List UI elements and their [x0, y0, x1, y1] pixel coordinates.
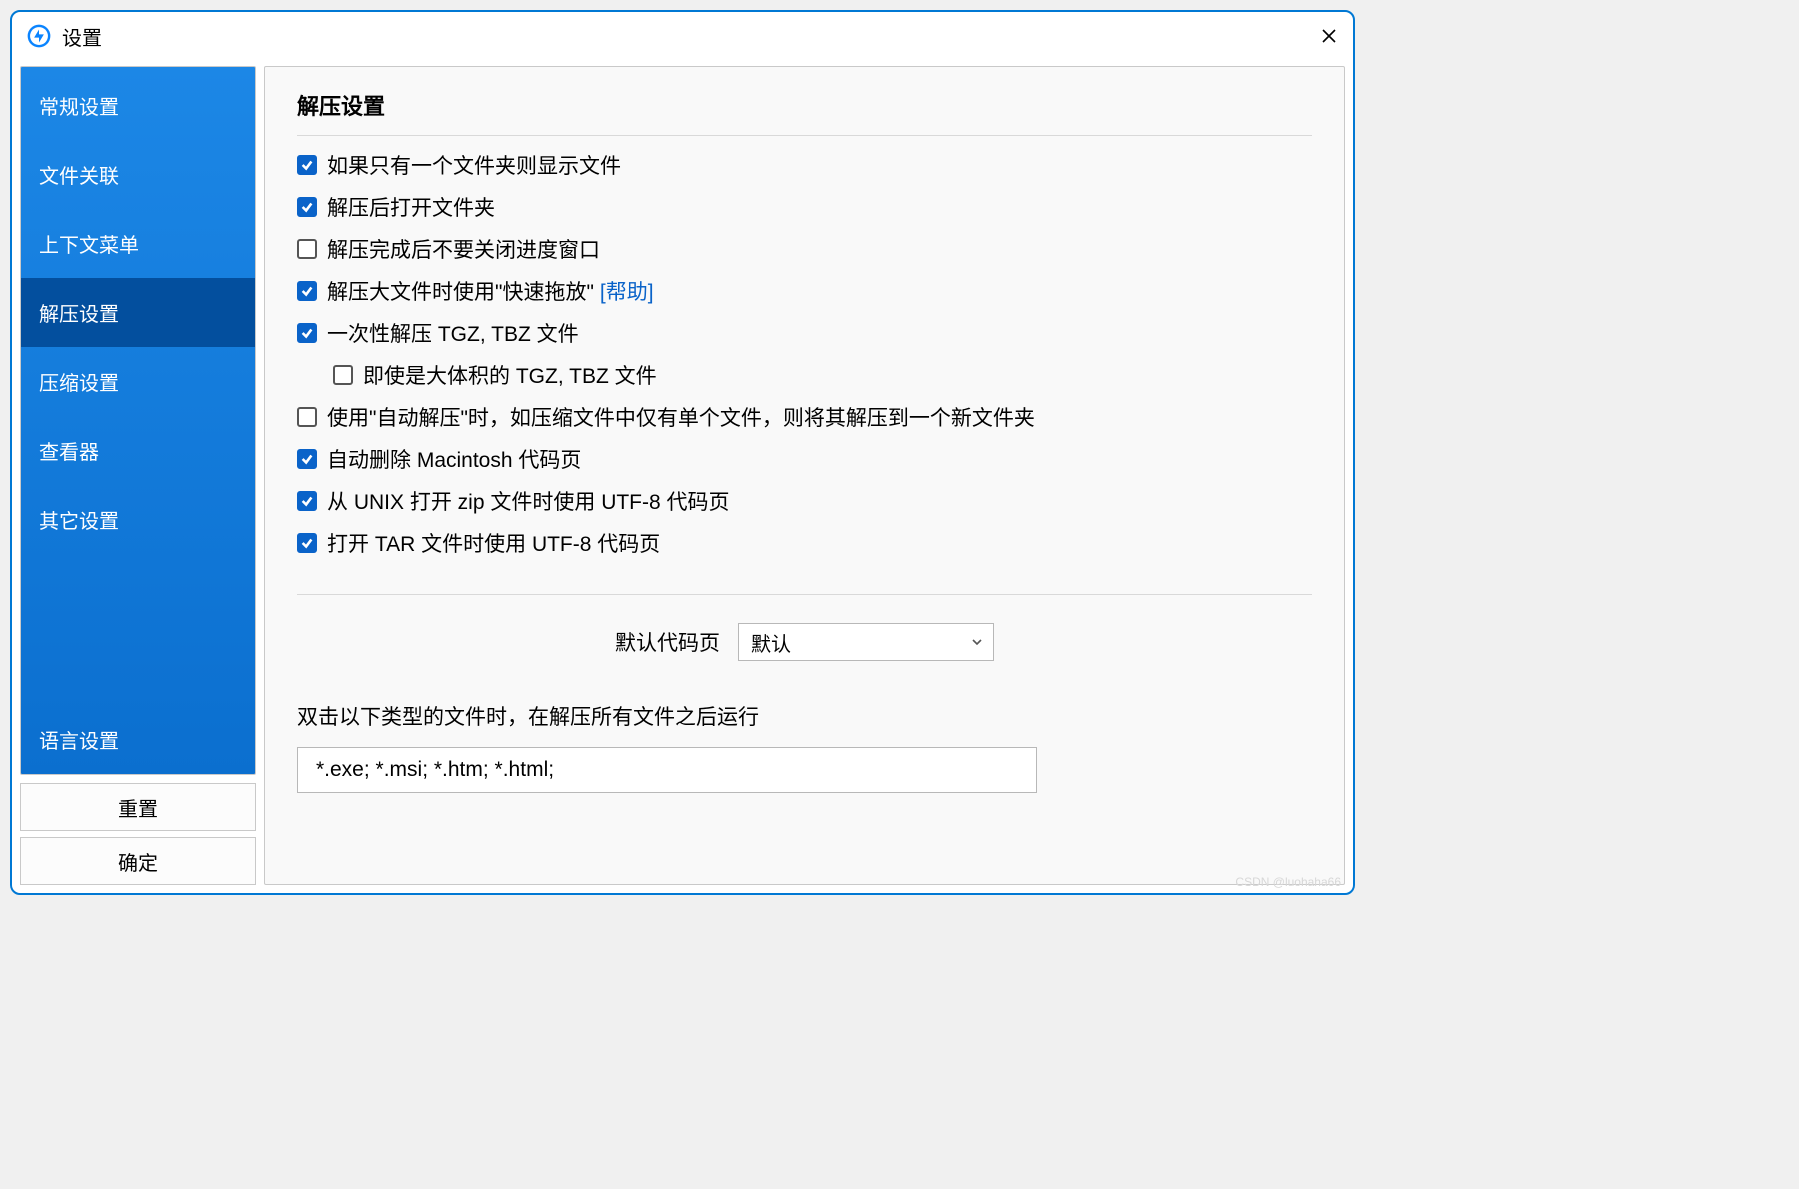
- option-label: 自动删除 Macintosh 代码页: [327, 444, 581, 474]
- sidebar-item-general[interactable]: 常规设置: [21, 71, 255, 140]
- checkbox-keep-progress[interactable]: [297, 239, 317, 259]
- checkbox-unix-utf8[interactable]: [297, 491, 317, 511]
- option-mac-codepage: 自动删除 Macintosh 代码页: [297, 444, 1312, 474]
- help-link[interactable]: [帮助]: [600, 276, 654, 306]
- option-label: 如果只有一个文件夹则显示文件: [327, 150, 621, 180]
- chevron-down-icon: [971, 636, 983, 648]
- sidebar-item-extract[interactable]: 解压设置: [21, 278, 255, 347]
- codepage-select[interactable]: 默认: [738, 623, 994, 661]
- body-area: 常规设置文件关联上下文菜单解压设置压缩设置查看器其它设置 语言设置 重置 确定 …: [12, 60, 1353, 893]
- option-label: 使用"自动解压"时，如压缩文件中仅有单个文件，则将其解压到一个新文件夹: [327, 402, 1035, 432]
- sidebar: 常规设置文件关联上下文菜单解压设置压缩设置查看器其它设置 语言设置 重置 确定: [20, 66, 256, 885]
- main-panel: 解压设置 如果只有一个文件夹则显示文件解压后打开文件夹解压完成后不要关闭进度窗口…: [264, 66, 1345, 885]
- option-open-after: 解压后打开文件夹: [297, 192, 1312, 222]
- codepage-value: 默认: [751, 628, 791, 657]
- option-list: 如果只有一个文件夹则显示文件解压后打开文件夹解压完成后不要关闭进度窗口解压大文件…: [297, 150, 1312, 558]
- checkbox-mac-codepage[interactable]: [297, 449, 317, 469]
- option-label: 即使是大体积的 TGZ, TBZ 文件: [363, 360, 657, 390]
- option-single-folder: 如果只有一个文件夹则显示文件: [297, 150, 1312, 180]
- divider: [297, 594, 1312, 595]
- option-keep-progress: 解压完成后不要关闭进度窗口: [297, 234, 1312, 264]
- reset-button[interactable]: 重置: [20, 783, 256, 831]
- sidebar-item-viewer[interactable]: 查看器: [21, 416, 255, 485]
- watermark: CSDN @luohaha66: [1235, 875, 1341, 889]
- option-label: 解压大文件时使用"快速拖放": [327, 276, 594, 306]
- codepage-row: 默认代码页 默认: [297, 623, 1312, 661]
- option-tgz-once: 一次性解压 TGZ, TBZ 文件: [297, 318, 1312, 348]
- checkbox-tar-utf8[interactable]: [297, 533, 317, 553]
- option-label: 解压后打开文件夹: [327, 192, 495, 222]
- sidebar-item-context[interactable]: 上下文菜单: [21, 209, 255, 278]
- checkbox-tgz-once[interactable]: [297, 323, 317, 343]
- sidebar-item-other[interactable]: 其它设置: [21, 485, 255, 554]
- sidebar-item-language[interactable]: 语言设置: [21, 705, 255, 774]
- window-title: 设置: [62, 22, 102, 51]
- settings-window: 设置 常规设置文件关联上下文菜单解压设置压缩设置查看器其它设置 语言设置 重置 …: [10, 10, 1355, 895]
- option-tar-utf8: 打开 TAR 文件时使用 UTF-8 代码页: [297, 528, 1312, 558]
- sidebar-item-assoc[interactable]: 文件关联: [21, 140, 255, 209]
- checkbox-single-folder[interactable]: [297, 155, 317, 175]
- section-title: 解压设置: [297, 89, 1312, 136]
- sidebar-item-compress[interactable]: 压缩设置: [21, 347, 255, 416]
- close-icon: [1321, 28, 1337, 44]
- checkbox-auto-newdir[interactable]: [297, 407, 317, 427]
- option-unix-utf8: 从 UNIX 打开 zip 文件时使用 UTF-8 代码页: [297, 486, 1312, 516]
- sidebar-list: 常规设置文件关联上下文菜单解压设置压缩设置查看器其它设置 语言设置: [20, 66, 256, 775]
- option-label: 解压完成后不要关闭进度窗口: [327, 234, 600, 264]
- app-icon: [26, 23, 52, 49]
- option-label: 一次性解压 TGZ, TBZ 文件: [327, 318, 579, 348]
- close-button[interactable]: [1311, 18, 1347, 54]
- codepage-label: 默认代码页: [615, 627, 720, 657]
- option-tgz-large: 即使是大体积的 TGZ, TBZ 文件: [297, 360, 1312, 390]
- ok-button[interactable]: 确定: [20, 837, 256, 885]
- checkbox-fast-drag[interactable]: [297, 281, 317, 301]
- option-auto-newdir: 使用"自动解压"时，如压缩文件中仅有单个文件，则将其解压到一个新文件夹: [297, 402, 1312, 432]
- checkbox-tgz-large[interactable]: [333, 365, 353, 385]
- ext-run-label: 双击以下类型的文件时，在解压所有文件之后运行: [297, 701, 1312, 731]
- option-label: 打开 TAR 文件时使用 UTF-8 代码页: [327, 528, 660, 558]
- option-label: 从 UNIX 打开 zip 文件时使用 UTF-8 代码页: [327, 486, 730, 516]
- option-fast-drag: 解压大文件时使用"快速拖放" [帮助]: [297, 276, 1312, 306]
- titlebar: 设置: [12, 12, 1353, 60]
- ext-run-input[interactable]: [297, 747, 1037, 793]
- checkbox-open-after[interactable]: [297, 197, 317, 217]
